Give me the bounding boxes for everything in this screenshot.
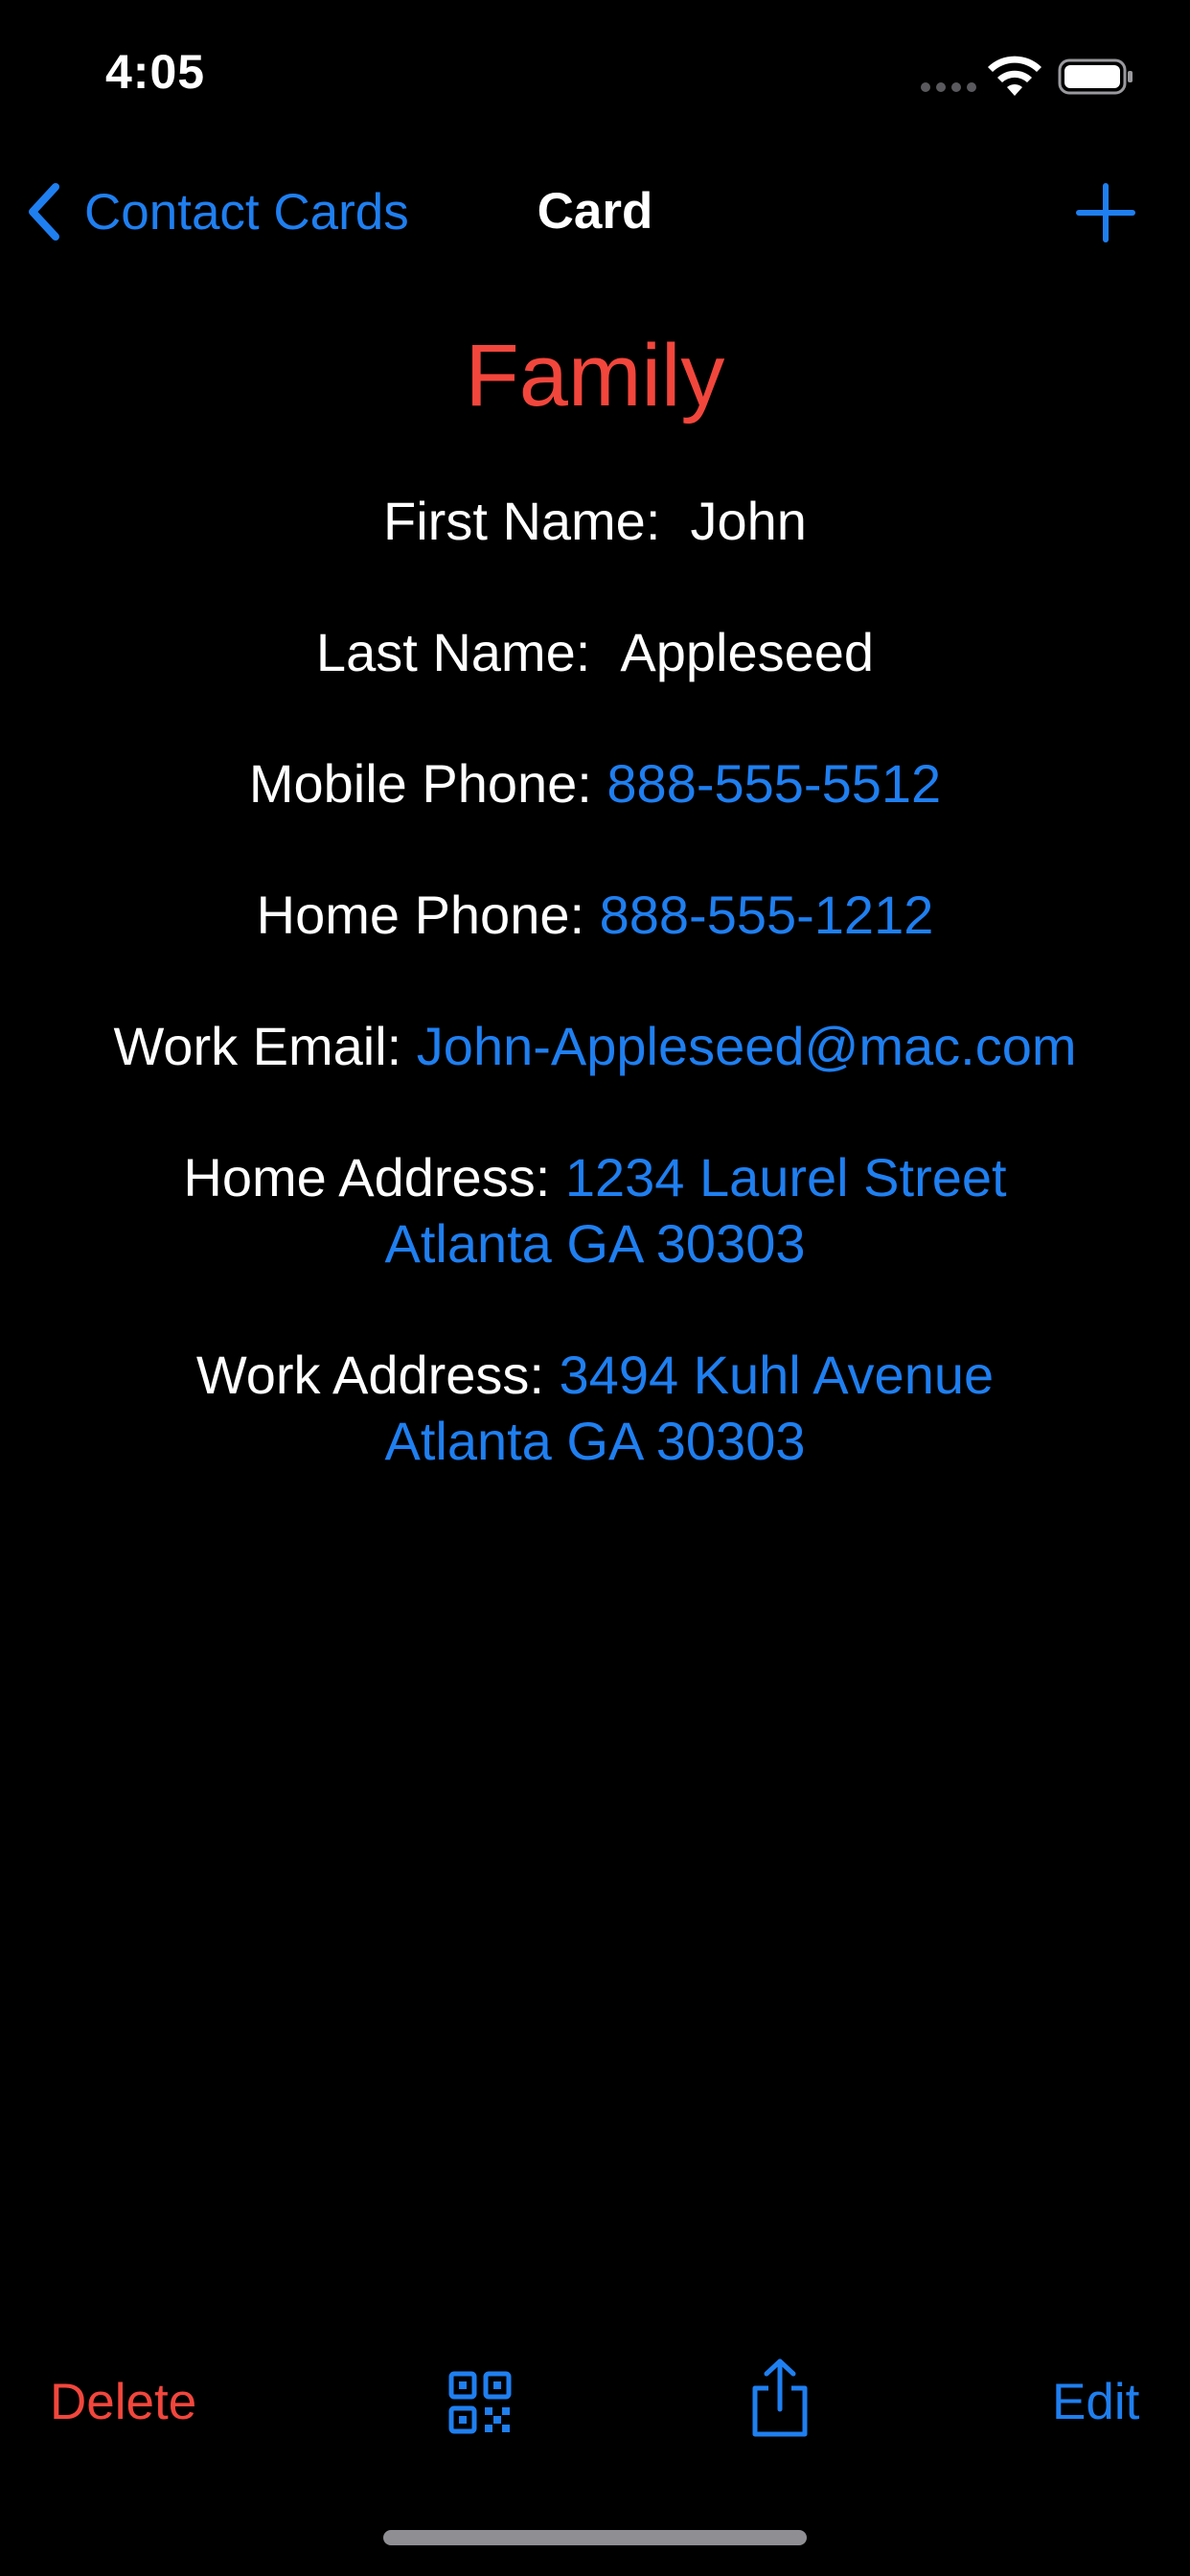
last-name-label: Last Name: <box>315 622 591 682</box>
work-email-label: Work Email: <box>113 1016 402 1076</box>
first-name-row: First Name: John <box>0 489 1190 554</box>
mobile-phone-row: Mobile Phone: 888-555-5512 <box>0 751 1190 816</box>
qr-code-icon[interactable] <box>448 2371 512 2434</box>
last-name-row: Last Name: Appleseed <box>0 620 1190 685</box>
share-icon[interactable] <box>747 2358 812 2438</box>
home-phone-link[interactable]: 888-555-1212 <box>600 885 934 945</box>
home-phone-row: Home Phone: 888-555-1212 <box>0 883 1190 948</box>
status-time: 4:05 <box>105 45 206 99</box>
cellular-signal-icon <box>921 82 976 92</box>
edit-button[interactable]: Edit <box>1052 2373 1139 2431</box>
battery-icon <box>1058 58 1133 95</box>
work-address-line1[interactable]: 3494 Kuhl Avenue <box>560 1345 995 1405</box>
first-name-label: First Name: <box>383 491 661 551</box>
navigation-bar: Contact Cards Card <box>0 163 1190 259</box>
work-address-row: Work Address: 3494 Kuhl Avenue <box>0 1343 1190 1408</box>
work-address-line2[interactable]: Atlanta GA 30303 <box>384 1411 805 1471</box>
plus-icon[interactable] <box>1073 180 1138 245</box>
delete-button[interactable]: Delete <box>50 2373 196 2431</box>
home-address-label: Home Address: <box>183 1147 551 1208</box>
bottom-toolbar: Delete Edit <box>0 2358 1190 2453</box>
mobile-phone-label: Mobile Phone: <box>248 753 592 814</box>
wifi-icon <box>988 56 1041 96</box>
card-title: Family <box>465 327 725 425</box>
work-email-link[interactable]: John-Appleseed@mac.com <box>417 1016 1077 1076</box>
mobile-phone-link[interactable]: 888-555-5512 <box>606 753 941 814</box>
home-address-line1[interactable]: 1234 Laurel Street <box>565 1147 1007 1208</box>
home-phone-label: Home Phone: <box>256 885 585 945</box>
work-email-row: Work Email: John-Appleseed@mac.com <box>0 1014 1190 1079</box>
home-indicator[interactable] <box>383 2530 807 2545</box>
home-address-line2[interactable]: Atlanta GA 30303 <box>384 1213 805 1274</box>
work-address-label: Work Address: <box>195 1345 544 1405</box>
first-name-value: John <box>690 491 807 551</box>
last-name-value: Appleseed <box>620 622 875 682</box>
page-title: Card <box>537 183 653 240</box>
work-address-row-2: Atlanta GA 30303 <box>0 1409 1190 1474</box>
home-address-row-2: Atlanta GA 30303 <box>0 1211 1190 1276</box>
status-bar: 4:05 <box>0 0 1190 144</box>
home-address-row: Home Address: 1234 Laurel Street <box>0 1145 1190 1210</box>
